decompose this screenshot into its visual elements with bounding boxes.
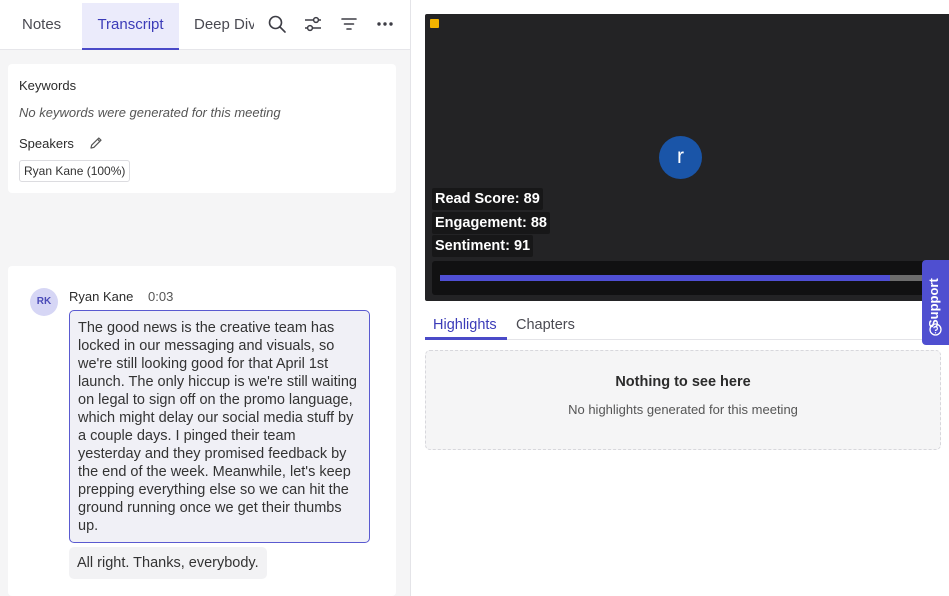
empty-title: Nothing to see here (615, 374, 751, 390)
highlights-tab-bar: Highlights Chapters (425, 312, 949, 340)
tab-deep-dive[interactable]: Deep Dive (194, 3, 254, 50)
transcript-segment-active[interactable]: The good news is the creative team has l… (69, 310, 370, 543)
video-player[interactable]: r Read Score: 89 Engagement: 88 Sentimen… (425, 14, 949, 301)
tab-transcript[interactable]: Transcript (82, 3, 179, 50)
speaker-name[interactable]: Ryan Kane (69, 289, 133, 304)
avatar: RK (30, 288, 58, 316)
empty-subtitle: No highlights generated for this meeting (568, 402, 798, 417)
active-tab-indicator (425, 337, 507, 340)
search-icon[interactable] (267, 14, 287, 34)
keywords-card: Keywords No keywords were generated for … (8, 64, 396, 193)
keywords-empty-text: No keywords were generated for this meet… (19, 105, 281, 120)
tab-highlights[interactable]: Highlights (433, 317, 497, 333)
read-score: Read Score: 89 (432, 188, 543, 210)
more-icon[interactable] (375, 14, 395, 34)
support-button[interactable]: Support (922, 260, 949, 345)
left-panel: Notes Transcript Deep Dive Keywords No k… (0, 0, 411, 596)
help-circle-icon (929, 323, 942, 336)
keywords-title: Keywords (19, 78, 77, 93)
transcript-card: RK Ryan Kane 0:03 The good news is the c… (8, 266, 396, 596)
sliders-icon[interactable] (303, 14, 323, 34)
highlights-empty-state: Nothing to see here No highlights genera… (425, 350, 941, 450)
segment-timestamp[interactable]: 0:03 (148, 289, 173, 304)
recording-badge-icon (430, 19, 439, 28)
speaker-chip[interactable]: Ryan Kane (100%) (19, 160, 131, 182)
participant-avatar: r (659, 136, 702, 179)
speakers-title: Speakers (19, 136, 74, 151)
playback-bar (432, 261, 949, 295)
support-label: Support (926, 278, 941, 328)
transcript-segment[interactable]: All right. Thanks, everybody. (69, 547, 267, 579)
pencil-icon[interactable] (89, 136, 103, 150)
filter-icon[interactable] (339, 14, 359, 34)
engagement-score: Engagement: 88 (432, 212, 550, 234)
tab-bar: Notes Transcript Deep Dive (0, 0, 410, 50)
progress-track[interactable] (440, 275, 949, 281)
sentiment-score: Sentiment: 91 (432, 235, 534, 257)
tab-notes[interactable]: Notes (22, 3, 61, 50)
progress-fill (440, 275, 890, 281)
tab-chapters[interactable]: Chapters (516, 317, 575, 333)
